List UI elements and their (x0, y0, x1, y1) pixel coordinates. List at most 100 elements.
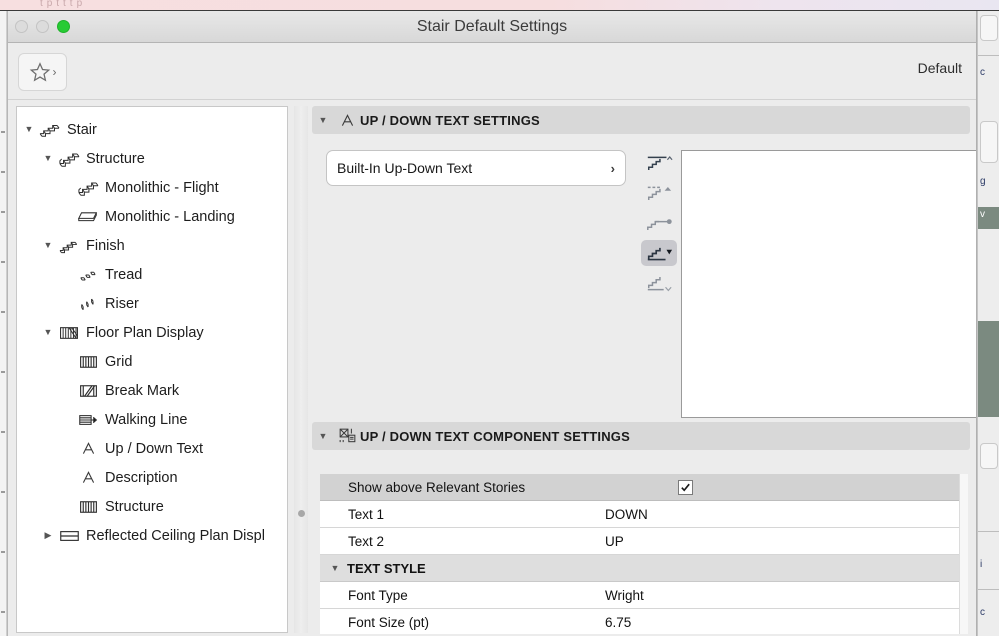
table-row[interactable]: Font Type Wright (320, 582, 960, 609)
twisty-spacer: ▶ (59, 502, 75, 511)
sidebar-item-label: Break Mark (105, 382, 180, 399)
chevron-down-icon[interactable]: ▼ (312, 115, 334, 125)
twisty-spacer: ▶ (59, 270, 75, 279)
background-app-top-strip: t p t t t p (0, 0, 999, 11)
table-group-row[interactable]: ▼ TEXT STYLE (320, 555, 960, 582)
up-down-text-option-3[interactable] (641, 210, 677, 236)
floor-plan-display-icon (56, 325, 82, 341)
table-row[interactable]: Font Size (pt) 6.75 (320, 609, 960, 634)
splitter-grab-handle[interactable] (298, 510, 305, 517)
monolithic-landing-icon (75, 208, 101, 225)
up-down-text-option-1[interactable] (641, 150, 677, 176)
section-header-up-down-text-settings[interactable]: ▼ UP / DOWN TEXT SETTINGS (312, 106, 970, 134)
background-ghost-text: t p t t t p (40, 0, 83, 9)
table-row-label: Font Type (348, 587, 408, 603)
monolithic-flight-icon (75, 178, 101, 198)
default-label: Default (917, 60, 962, 76)
show-above-relevant-stories-checkbox[interactable] (605, 479, 765, 495)
chevron-right-icon: › (52, 65, 57, 79)
sidebar-item-label: Description (105, 469, 178, 486)
chevron-down-icon[interactable]: ▼ (21, 125, 37, 134)
twisty-spacer: ▶ (59, 299, 75, 308)
chevron-down-icon[interactable]: ▼ (40, 154, 56, 163)
table-row-value[interactable]: DOWN (605, 507, 960, 522)
favorites-button[interactable]: › (18, 53, 67, 91)
background-fragment-5: c (980, 607, 985, 618)
twisty-spacer: ▶ (59, 415, 75, 424)
chevron-right-icon: › (610, 160, 615, 176)
sidebar-item-up-down-text[interactable]: ▶ Up / Down Text (17, 434, 287, 463)
sidebar-item-riser[interactable]: ▶ Riser (17, 289, 287, 318)
table-scrollbar[interactable] (959, 474, 968, 634)
sidebar-item-finish[interactable]: ▼ Finish (17, 231, 287, 260)
twisty-spacer: ▶ (59, 183, 75, 192)
sidebar-item-label: Grid (105, 353, 133, 370)
sidebar-item-tread[interactable]: ▶ Tread (17, 260, 287, 289)
sidebar-item-label: Tread (105, 266, 143, 283)
sidebar-item-label: Walking Line (105, 411, 188, 428)
chevron-down-icon[interactable]: ▼ (40, 241, 56, 250)
background-right-panel: c g v i c (977, 11, 999, 636)
tread-icon (75, 266, 101, 284)
riser-icon (75, 295, 101, 313)
sidebar-item-break-mark[interactable]: ▶ Break Mark (17, 376, 287, 405)
sidebar-item-label: Reflected Ceiling Plan Displ (86, 527, 265, 544)
grid-icon (75, 355, 101, 369)
window-titlebar[interactable]: Stair Default Settings (8, 11, 976, 43)
reflected-ceiling-icon (56, 529, 82, 543)
built-in-up-down-text-dropdown[interactable]: Built-In Up-Down Text › (326, 150, 626, 186)
sidebar-item-label: Structure (105, 498, 164, 515)
window-title: Stair Default Settings (416, 18, 568, 35)
component-settings-icon (334, 427, 360, 446)
up-down-text-option-2[interactable] (641, 180, 677, 206)
up-down-text-style-options (641, 150, 677, 296)
background-left-sliver (0, 11, 7, 636)
sidebar-item-label: Stair (67, 121, 97, 138)
chevron-right-icon[interactable]: ▶ (40, 531, 56, 540)
sidebar-item-monolithic-flight[interactable]: ▶ Monolithic - Flight (17, 173, 287, 202)
table-row-label: Text 2 (348, 533, 385, 549)
sidebar-item-floor-plan-display[interactable]: ▼ Floor Plan Display (17, 318, 287, 347)
up-down-text-option-5[interactable] (641, 270, 677, 296)
sidebar-item-walking-line[interactable]: ▶ Walking Line (17, 405, 287, 434)
sidebar-item-label: Monolithic - Flight (105, 179, 219, 196)
background-fragment-1: c (980, 67, 985, 78)
stair-icon (37, 121, 63, 139)
grid-icon (75, 500, 101, 514)
section-header-up-down-text-component-settings[interactable]: ▼ UP / DOWN TEXT COMPONENT SETTINGS (312, 422, 970, 450)
table-row-value[interactable]: UP (605, 534, 960, 549)
sidebar-item-reflected-ceiling-plan-displ[interactable]: ▶ Reflected Ceiling Plan Displ (17, 521, 287, 550)
sidebar-item-label: Monolithic - Landing (105, 208, 235, 225)
sidebar-item-stair[interactable]: ▼ Stair (17, 115, 287, 144)
checkbox-icon (677, 479, 693, 495)
table-row-label: Font Size (pt) (348, 614, 430, 630)
sidebar-item-description[interactable]: ▶ Description (17, 463, 287, 492)
chevron-down-icon[interactable]: ▼ (330, 563, 340, 573)
sidebar-item-structure[interactable]: ▶ Structure (17, 492, 287, 521)
sidebar-item-monolithic-landing[interactable]: ▶ Monolithic - Landing (17, 202, 287, 231)
table-row[interactable]: Text 2 UP (320, 528, 960, 555)
twisty-spacer: ▶ (59, 473, 75, 482)
background-fragment-4: i (980, 559, 983, 570)
toolbar: › Default (8, 43, 976, 100)
text-a-icon (334, 112, 360, 129)
sidebar-item-label: Structure (86, 150, 145, 167)
panel-splitter[interactable] (294, 106, 308, 633)
dropdown-value: Built-In Up-Down Text (337, 160, 473, 176)
up-down-text-option-4[interactable] (641, 240, 677, 266)
table-row-value[interactable]: Wright (605, 588, 960, 603)
settings-detail-pane: ▼ UP / DOWN TEXT SETTINGS Built-In Up-Do… (312, 106, 976, 634)
sidebar-item-label: Floor Plan Display (86, 324, 204, 341)
sidebar-item-structure[interactable]: ▼ Structure (17, 144, 287, 173)
chevron-down-icon[interactable]: ▼ (40, 328, 56, 337)
table-row-value[interactable]: 6.75 (605, 615, 960, 630)
table-row[interactable]: Text 1 DOWN (320, 501, 960, 528)
star-icon (29, 61, 51, 83)
component-settings-table: Show above Relevant Stories Text 1 DOWN Tex… (320, 474, 970, 634)
table-row-show-above-relevant-stories[interactable]: Show above Relevant Stories (320, 474, 960, 501)
settings-tree-panel: ▼ Stair▼ Structure▶ Monolithic - Flight▶… (16, 106, 288, 633)
chevron-down-icon[interactable]: ▼ (312, 431, 334, 441)
twisty-spacer: ▶ (59, 386, 75, 395)
section-title: UP / DOWN TEXT SETTINGS (360, 112, 540, 128)
sidebar-item-grid[interactable]: ▶ Grid (17, 347, 287, 376)
